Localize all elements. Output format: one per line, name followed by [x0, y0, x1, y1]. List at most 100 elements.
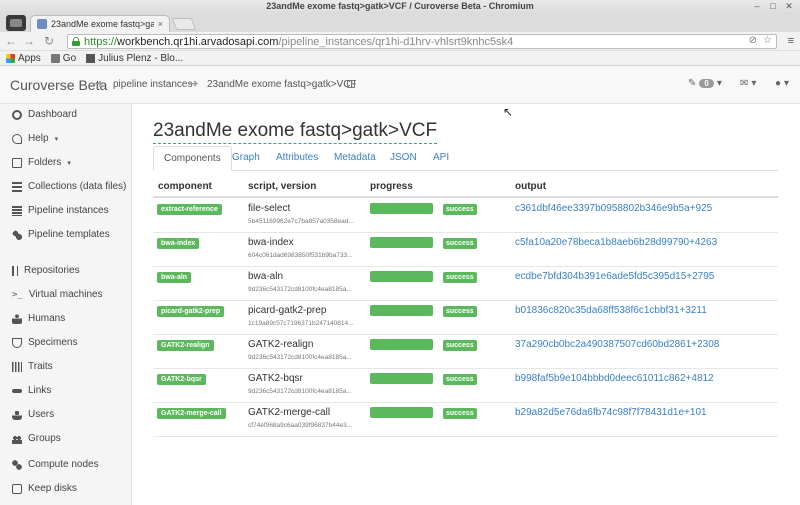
- column-header-script: script, version: [248, 181, 317, 192]
- status-badge: success: [443, 204, 477, 215]
- component-label: picard-gatk2-prep: [157, 306, 225, 317]
- progress-fill: [370, 407, 433, 418]
- dashboard-icon: [12, 109, 22, 120]
- address-bar[interactable]: https:// workbench.qr1hi.arvadosapi.com …: [67, 34, 777, 49]
- sidebar-item-virtual-machines[interactable]: >_ Virtual machines: [12, 289, 103, 300]
- component-label: bwa-index: [157, 238, 200, 249]
- output-link[interactable]: c361dbf46ee3397b0958802b346e9b5a+925: [515, 203, 712, 214]
- new-tab-button[interactable]: [171, 18, 197, 30]
- progress-fill: [370, 339, 433, 350]
- script-version: 5b451169962e7c7ba857a0358ead...: [248, 218, 354, 225]
- breadcrumb-pipeline-instances[interactable]: pipeline instances: [113, 79, 193, 90]
- status-badge: success: [443, 306, 477, 317]
- specimen-icon: [12, 337, 22, 348]
- sidebar-item-keep-disks[interactable]: Keep disks: [12, 483, 77, 494]
- tab-json[interactable]: JSON: [380, 146, 427, 171]
- table-row: extract-reference file-select 5b45116996…: [153, 199, 778, 233]
- progress-bar: [370, 271, 433, 282]
- window-title: 23andMe exome fastq>gatk>VCF / Curoverse…: [266, 1, 534, 11]
- minimize-icon[interactable]: –: [752, 1, 762, 12]
- breadcrumb-current[interactable]: 23andMe exome fastq>gatk>VCF: [207, 79, 357, 90]
- script-name: GATK2-realign: [248, 339, 314, 350]
- lock-icon: [72, 37, 80, 46]
- window-controls: – □ ✕: [752, 1, 794, 12]
- sidebar-item-pipeline-instances[interactable]: Pipeline instances: [12, 205, 109, 216]
- compute-nodes-icon: [12, 459, 22, 470]
- bookmark-star-icon[interactable]: ☆: [763, 35, 772, 46]
- browser-tabstrip: 23andMe exome fastq>gat ×: [0, 14, 800, 32]
- brand[interactable]: Curoverse Beta: [10, 77, 107, 93]
- column-header-component: component: [158, 181, 212, 192]
- sidebar-item-collections[interactable]: Collections (data files): [12, 181, 126, 192]
- reload-icon[interactable]: ↻: [42, 34, 56, 48]
- caret-down-icon: ▾: [716, 78, 722, 89]
- script-version: 9d236c543172cd8100fc4ea8185a...: [248, 354, 352, 361]
- progress-bar: [370, 237, 433, 248]
- close-icon[interactable]: ✕: [784, 1, 794, 12]
- notifications-menu[interactable]: ✎ 0 ▾: [688, 78, 722, 89]
- sidebar-item-links[interactable]: Links: [12, 385, 51, 396]
- progress-bar: [370, 305, 433, 316]
- component-label: GATK2-merge-call: [157, 408, 226, 419]
- app-navbar: Curoverse Beta ➜ pipeline instances ➜ 23…: [0, 66, 800, 104]
- envelope-icon: ✉: [740, 78, 749, 89]
- sidebar-item-compute-nodes[interactable]: Compute nodes: [12, 459, 99, 470]
- url-path: /pipeline_instances/qr1hi-d1hrv-vhlsrt9k…: [278, 35, 514, 48]
- bookmark-go[interactable]: Go: [50, 53, 76, 64]
- page-title[interactable]: 23andMe exome fastq>gatk>VCF: [153, 120, 438, 144]
- caret-down-icon: ▾: [784, 78, 790, 89]
- output-link[interactable]: b998faf5b9e104bbbd0deec61011c862+4812: [515, 373, 714, 384]
- status-badge: success: [443, 374, 477, 385]
- script-name: file-select: [248, 203, 291, 214]
- status-badge: success: [443, 340, 477, 351]
- browser-logo-icon: [6, 15, 26, 31]
- favicon-icon: [37, 19, 47, 29]
- sidebar-item-users[interactable]: Users: [12, 409, 54, 420]
- extension-icon[interactable]: ⊘: [749, 35, 757, 46]
- sidebar-item-repositories[interactable]: Repositories: [12, 265, 80, 276]
- sidebar-item-folders[interactable]: Folders ▾: [12, 157, 71, 168]
- bookmark-julius-plenz[interactable]: Julius Plenz - Blo...: [86, 53, 183, 64]
- sidebar-item-specimens[interactable]: Specimens: [12, 337, 77, 348]
- forward-arrow-icon[interactable]: →: [22, 34, 36, 48]
- browser-menu-icon[interactable]: ≡: [788, 35, 794, 47]
- output-link[interactable]: c5fa10a20e78beca1b8aeb6b28d99790+4263: [515, 237, 717, 248]
- tab-attributes[interactable]: Attributes: [266, 146, 328, 171]
- checkbox-icon[interactable]: [347, 80, 355, 88]
- repository-icon: [12, 265, 18, 276]
- table-row: picard-gatk2-prep picard-gatk2-prep 1c19…: [153, 301, 778, 335]
- sidebar-item-humans[interactable]: Humans: [12, 313, 65, 324]
- bookmark-apps[interactable]: Apps: [6, 53, 41, 64]
- sidebar-item-help[interactable]: Help ▾: [12, 133, 58, 144]
- output-link[interactable]: b29a82d5e76da6fb74c98f7f78431d1e+101: [515, 407, 707, 418]
- tab-graph[interactable]: Graph: [222, 146, 270, 171]
- output-link[interactable]: 37a290cb0bc2a490387507cd60bd2861+2308: [515, 339, 719, 350]
- bookmark-icon: [86, 53, 96, 63]
- sidebar-item-dashboard[interactable]: Dashboard: [12, 109, 77, 120]
- notification-count: 0: [699, 79, 714, 88]
- back-arrow-icon[interactable]: ←: [4, 34, 18, 48]
- tab-close-icon[interactable]: ×: [158, 19, 163, 29]
- pipeline-templates-icon: [12, 229, 22, 240]
- output-link[interactable]: ecdbe7bfd304b391e6ade5fd5c395d15+2795: [515, 271, 714, 282]
- tab-components[interactable]: Components: [153, 146, 232, 171]
- sidebar-item-pipeline-templates[interactable]: Pipeline templates: [12, 229, 110, 240]
- help-icon: [12, 133, 22, 144]
- maximize-icon[interactable]: □: [768, 1, 778, 12]
- progress-bar: [370, 373, 433, 384]
- tab-metadata[interactable]: Metadata: [324, 146, 386, 171]
- user-menu[interactable]: ● ▾: [775, 78, 789, 89]
- browser-tab-title: 23andMe exome fastq>gat: [51, 19, 154, 29]
- folder-icon: [50, 53, 60, 63]
- browser-tab[interactable]: 23andMe exome fastq>gat ×: [30, 15, 170, 32]
- groups-icon: [12, 433, 22, 444]
- component-label: bwa-aln: [157, 272, 192, 283]
- tab-api[interactable]: API: [423, 146, 459, 171]
- sidebar-item-groups[interactable]: Groups: [12, 433, 61, 444]
- mouse-cursor-icon: ↖: [503, 105, 514, 119]
- collections-icon: [12, 181, 22, 192]
- messages-menu[interactable]: ✉ ▾: [740, 78, 756, 89]
- sidebar-item-traits[interactable]: Traits: [12, 361, 53, 372]
- component-label: GATK2-bqsr: [157, 374, 206, 385]
- output-link[interactable]: b01836c820c35da68ff538f6c1cbbf31+3211: [515, 305, 707, 316]
